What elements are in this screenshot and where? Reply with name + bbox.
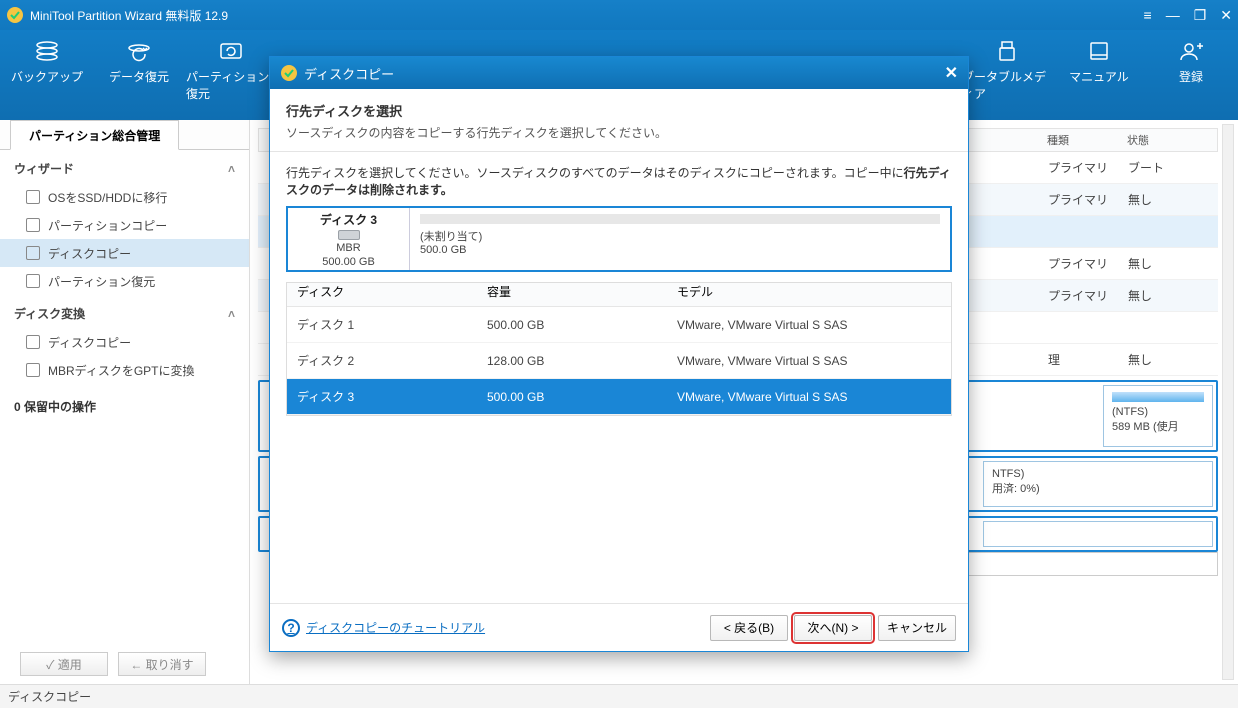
dialog-prompt: 行先ディスクを選択してください。ソースディスクのすべてのデータはそのディスクにコ…	[286, 164, 952, 198]
help-icon: ?	[282, 619, 300, 637]
cancel-button[interactable]: キャンセル	[878, 615, 956, 641]
dialog-title: ディスクコピー	[304, 64, 394, 83]
unalloc-label: (未割り当て)	[420, 231, 482, 243]
col-capacity: 容量	[477, 283, 667, 306]
close-button[interactable]: ✕	[1220, 7, 1232, 24]
dialog-footer: ?ディスクコピーのチュートリアル < 戻る(B) 次へ(N) > キャンセル	[270, 603, 968, 651]
disk-size: 500.00 GB	[322, 256, 375, 268]
status-bar: ディスクコピー	[0, 684, 1238, 708]
hdd-icon	[338, 230, 360, 240]
cell-model: VMware, VMware Virtual S SAS	[667, 318, 951, 332]
maximize-button[interactable]: ❐	[1194, 7, 1207, 24]
table-row[interactable]: ディスク 2128.00 GBVMware, VMware Virtual S …	[287, 343, 951, 379]
dialog-subheading: ソースディスクの内容をコピーする行先ディスクを選択してください。	[286, 124, 952, 141]
dialog-header: 行先ディスクを選択 ソースディスクの内容をコピーする行先ディスクを選択してくださ…	[270, 89, 968, 152]
cell-capacity: 500.00 GB	[477, 390, 667, 404]
table-row[interactable]: ディスク 3500.00 GBVMware, VMware Virtual S …	[287, 379, 951, 415]
app-icon	[280, 64, 298, 82]
window-title: MiniTool Partition Wizard 無料版 12.9	[30, 7, 1144, 24]
selected-disk-card[interactable]: ディスク 3 MBR 500.00 GB (未割り当て) 500.0 GB	[286, 206, 952, 272]
title-bar: MiniTool Partition Wizard 無料版 12.9 ≡ — ❐…	[0, 0, 1238, 30]
disk-copy-dialog: ディスクコピー ✕ 行先ディスクを選択 ソースディスクの内容をコピーする行先ディ…	[269, 56, 969, 652]
cell-model: VMware, VMware Virtual S SAS	[667, 390, 951, 404]
cell-disk: ディスク 2	[287, 352, 477, 369]
minimize-button[interactable]: —	[1166, 7, 1180, 23]
cell-model: VMware, VMware Virtual S SAS	[667, 354, 951, 368]
disk-scheme: MBR	[336, 242, 360, 254]
tutorial-link[interactable]: ?ディスクコピーのチュートリアル	[282, 619, 485, 637]
app-icon	[6, 6, 24, 24]
cell-capacity: 500.00 GB	[477, 318, 667, 332]
dialog-title-bar: ディスクコピー ✕	[270, 57, 968, 89]
cell-disk: ディスク 3	[287, 388, 477, 405]
col-disk: ディスク	[287, 283, 477, 306]
unalloc-size: 500.0 GB	[420, 244, 466, 256]
disk-table: ディスク 容量 モデル ディスク 1500.00 GBVMware, VMwar…	[286, 282, 952, 416]
dialog-heading: 行先ディスクを選択	[286, 101, 952, 120]
back-button[interactable]: < 戻る(B)	[710, 615, 788, 641]
menu-icon[interactable]: ≡	[1144, 7, 1152, 23]
cell-disk: ディスク 1	[287, 316, 477, 333]
col-model: モデル	[667, 283, 951, 306]
usage-bar	[420, 214, 940, 224]
table-row[interactable]: ディスク 1500.00 GBVMware, VMware Virtual S …	[287, 307, 951, 343]
cell-capacity: 128.00 GB	[477, 354, 667, 368]
disk-name: ディスク 3	[320, 211, 377, 228]
close-icon[interactable]: ✕	[945, 63, 958, 83]
next-button[interactable]: 次へ(N) >	[794, 615, 872, 641]
